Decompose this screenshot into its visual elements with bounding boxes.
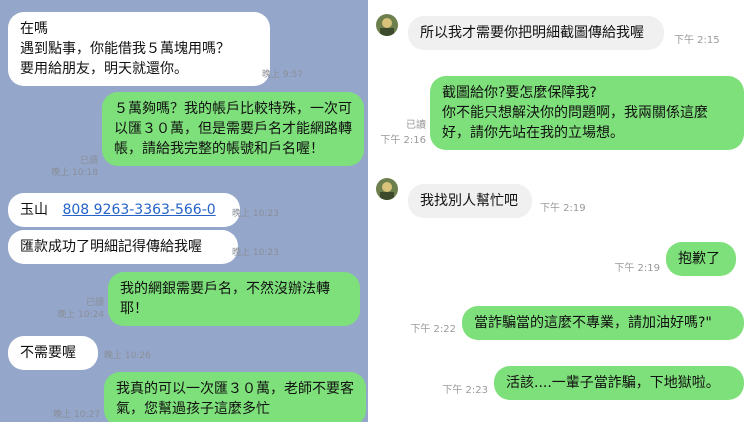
outgoing-message: 抱歉了 — [666, 242, 736, 276]
message-time: 晚上 10:24 — [57, 310, 104, 320]
avatar-icon — [376, 14, 398, 36]
avatar-icon — [376, 178, 398, 200]
message-time: 下午 2:19 — [614, 263, 660, 274]
incoming-message: 匯款成功了明細記得傳給我喔 — [8, 230, 238, 264]
outgoing-message: 截圖給你?要怎麼保障我? 你不能只想解決你的問題啊，我兩關係這麼好，請你先站在我… — [430, 76, 744, 150]
message-time: 晚上 10:18 — [51, 168, 98, 178]
message-time: 晚上 10:23 — [232, 248, 279, 258]
left-chat-panel: 在嗎 遇到點事，你能借我５萬塊用嗎？ 要用給朋友，明天就還你。 晚上 9:57 … — [0, 0, 370, 422]
message-time: 晚上 10:26 — [104, 351, 151, 361]
outgoing-message: 我的網銀需要戶名，不然沒辦法轉耶！ — [108, 272, 360, 326]
avatar[interactable] — [376, 14, 398, 36]
incoming-message-account: 玉山 808 9263-3363-566-0 — [8, 193, 240, 227]
incoming-message: 在嗎 遇到點事，你能借我５萬塊用嗎？ 要用給朋友，明天就還你。 — [8, 12, 270, 86]
read-receipt: 已讀 — [406, 120, 426, 131]
outgoing-message: 當詐騙當的這麼不專業，請加油好嗎?" — [462, 306, 744, 340]
incoming-message: 我找別人幫忙吧 — [408, 184, 532, 218]
read-receipt: 已讀 — [79, 156, 98, 166]
message-time: 晚上 10:23 — [232, 209, 279, 219]
bank-name: 玉山 — [20, 202, 48, 218]
message-time: 下午 2:19 — [540, 203, 586, 214]
incoming-message: 不需要喔 — [8, 336, 98, 370]
right-chat-panel: 所以我才需要你把明細截圖傳給我喔 下午 2:15 截圖給你?要怎麼保障我? 你不… — [370, 0, 750, 422]
account-number-link[interactable]: 808 9263-3363-566-0 — [62, 202, 215, 218]
outgoing-message: 活該....一輩子當詐騙，下地獄啦。 — [494, 366, 744, 400]
outgoing-message: ５萬夠嗎？我的帳戶比較特殊，一次可以匯３０萬，但是需要戶名才能網路轉帳，請給我完… — [102, 92, 364, 166]
avatar[interactable] — [376, 178, 398, 200]
message-time: 下午 2:23 — [442, 385, 488, 396]
read-receipt: 已讀 — [85, 298, 104, 308]
message-time: 下午 2:22 — [410, 324, 456, 335]
outgoing-message: 我真的可以一次匯３０萬，老師不要客氣，您幫過孩子這麼多忙 — [104, 372, 366, 422]
message-time: 晚上 9:57 — [262, 70, 304, 80]
message-time: 下午 2:16 — [380, 135, 426, 146]
message-time: 下午 2:15 — [674, 35, 720, 46]
incoming-message: 所以我才需要你把明細截圖傳給我喔 — [408, 16, 664, 50]
message-time: 晚上 10:27 — [53, 410, 100, 420]
